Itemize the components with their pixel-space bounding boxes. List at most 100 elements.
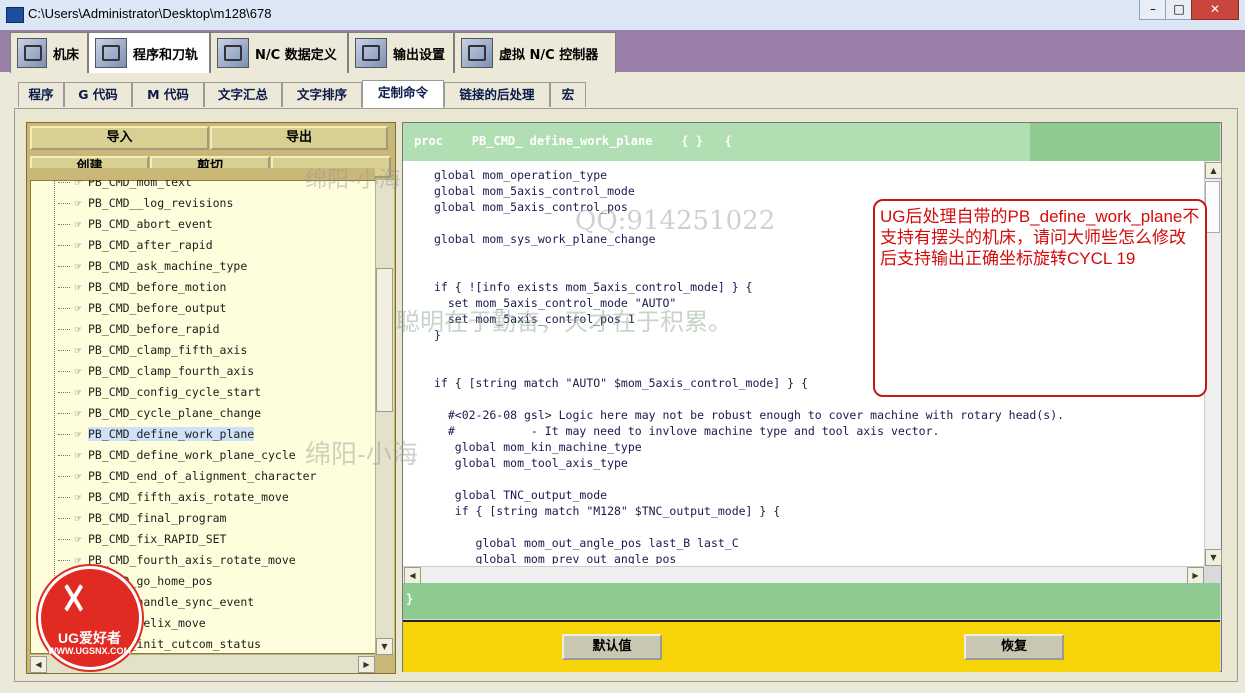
- tab-machine[interactable]: 机床: [10, 32, 88, 73]
- subtab-linked-posts[interactable]: 链接的后处理: [444, 82, 550, 107]
- command-icon: ☞: [74, 302, 82, 315]
- code-line: global mom_kin_machine_type: [434, 440, 642, 454]
- editor-horizontal-scrollbar[interactable]: [403, 566, 1204, 583]
- scroll-left-icon[interactable]: ◀: [30, 656, 47, 673]
- command-icon: ☞: [74, 512, 82, 525]
- command-icon: ☞: [74, 281, 82, 294]
- logo-figure-icon: ☓: [62, 575, 86, 624]
- tab-nc-data-definition[interactable]: N/C 数据定义: [210, 32, 348, 73]
- restore-button[interactable]: 恢复: [964, 634, 1064, 660]
- app-icon: [6, 7, 24, 23]
- code-line: global TNC_output_mode: [434, 488, 608, 502]
- maximize-button[interactable]: □: [1165, 0, 1193, 20]
- main-tab-bar: 机床 程序和刀轨 N/C 数据定义 输出设置 虚拟 N/C 控制器: [0, 30, 1245, 73]
- tree-item[interactable]: ☞ PB_CMD_before_output: [58, 298, 226, 318]
- command-icon: ☞: [74, 218, 82, 231]
- scroll-right-icon[interactable]: ▶: [1187, 567, 1204, 584]
- command-icon: ☞: [74, 407, 82, 420]
- tree-item[interactable]: ☞ PB_CMD_final_program: [58, 508, 226, 528]
- tree-item[interactable]: ☞ PB_CMD_cycle_plane_change: [58, 403, 261, 423]
- import-button[interactable]: 导入: [30, 126, 209, 150]
- tree-item[interactable]: ☞ PB_CMD__log_revisions: [58, 193, 233, 213]
- code-line: global mom_tool_axis_type: [434, 456, 628, 470]
- subtab-macro[interactable]: 宏: [550, 82, 586, 107]
- command-icon: ☞: [74, 323, 82, 336]
- watermark: 绵阳-小海: [305, 440, 418, 470]
- subtab-word-sequencing[interactable]: 文字排序: [282, 82, 362, 107]
- tree-item[interactable]: ☞ PB_CMD_fifth_axis_rotate_move: [58, 487, 289, 507]
- tree-item[interactable]: ☞ PB_CMD_define_work_plane_cycle: [58, 445, 296, 465]
- tab-output-settings[interactable]: 输出设置: [348, 32, 454, 73]
- tree-item[interactable]: ☞ PB_CMD_before_motion: [58, 277, 226, 297]
- scroll-right-icon[interactable]: ▶: [358, 656, 375, 673]
- minimize-button[interactable]: –: [1139, 0, 1167, 20]
- proc-header-accent: [1030, 123, 1220, 161]
- code-line: if { [string match "AUTO" $mom_5axis_con…: [434, 376, 808, 390]
- tree-item[interactable]: ☞ PB_CMD_config_cycle_start: [58, 382, 261, 402]
- tab-program-toolpath-label: 程序和刀轨: [133, 47, 199, 63]
- callout-text: UG后处理自带的PB_define_work_plane不支持有摆头的机床，请问…: [880, 207, 1200, 268]
- subtab-program[interactable]: 程序: [18, 82, 64, 107]
- code-line: global mom_5axis_control_mode: [434, 184, 635, 198]
- command-icon: ☞: [74, 197, 82, 210]
- nc-data-icon: [217, 38, 249, 68]
- tree-item-selected[interactable]: ☞ PB_CMD_define_work_plane: [58, 424, 255, 444]
- machine-icon: [17, 38, 47, 68]
- subtab-word-summary[interactable]: 文字汇总: [204, 82, 282, 107]
- code-line: #<02-26-08 gsl> Logic here may not be ro…: [434, 408, 1065, 422]
- code-line: global mom_out_angle_pos last_B last_C: [434, 536, 739, 550]
- command-icon: ☞: [74, 533, 82, 546]
- command-icon: ☞: [74, 428, 82, 441]
- scroll-down-icon[interactable]: ▼: [376, 638, 393, 655]
- default-button[interactable]: 默认值: [562, 634, 662, 660]
- editor-scroll-thumb[interactable]: [1205, 181, 1220, 233]
- tree-item[interactable]: ☞ PB_CMD_clamp_fourth_axis: [58, 361, 254, 381]
- logo-url: WWW.UGSNX.COM: [48, 646, 131, 656]
- subtab-custom-command[interactable]: 定制命令: [362, 80, 444, 108]
- command-icon: ☞: [74, 344, 82, 357]
- logo-text: UG爱好者: [58, 630, 121, 646]
- tab-virtual-controller[interactable]: 虚拟 N/C 控制器: [454, 32, 616, 73]
- action-bar: [403, 620, 1220, 672]
- command-icon: ☞: [74, 449, 82, 462]
- proc-header-text: proc PB_CMD_ define_work_plane { } {: [414, 134, 732, 148]
- code-line: if { ![info exists mom_5axis_control_mod…: [434, 280, 753, 294]
- window-title: C:\Users\Administrator\Desktop\m128\678: [28, 6, 272, 21]
- tree-item[interactable]: ☞ PB_CMD_end_of_alignment_character: [58, 466, 316, 486]
- tree-item[interactable]: ☞ PB_CMD_clamp_fifth_axis: [58, 340, 247, 360]
- printer-icon: [355, 38, 387, 68]
- command-icon: ☞: [74, 491, 82, 504]
- tree-scroll-thumb[interactable]: [376, 268, 393, 412]
- close-button[interactable]: ✕: [1191, 0, 1239, 20]
- tree-item[interactable]: ☞ PB_CMD_after_rapid: [58, 235, 213, 255]
- command-icon: ☞: [74, 239, 82, 252]
- tab-virtual-controller-label: 虚拟 N/C 控制器: [499, 47, 599, 63]
- minimize-icon: –: [1150, 2, 1156, 16]
- controller-icon: [461, 38, 493, 68]
- subtab-m-code[interactable]: M 代码: [132, 82, 204, 107]
- scroll-left-icon[interactable]: ◀: [404, 567, 421, 584]
- sub-tab-bar: 程序 G 代码 M 代码 文字汇总 文字排序 定制命令 链接的后处理 宏: [14, 80, 1234, 108]
- tab-output-settings-label: 输出设置: [392, 47, 445, 63]
- toolpath-icon: [95, 38, 127, 68]
- tab-program-toolpath[interactable]: 程序和刀轨: [88, 32, 210, 73]
- command-icon: ☞: [74, 260, 82, 273]
- export-button[interactable]: 导出: [210, 126, 388, 150]
- scroll-down-icon[interactable]: ▼: [1205, 549, 1222, 566]
- subtab-g-code[interactable]: G 代码: [64, 82, 132, 107]
- code-line: global mom_prev_out_angle_pos: [434, 552, 677, 564]
- tab-nc-data-label: N/C 数据定义: [255, 47, 337, 63]
- command-icon: ☞: [74, 470, 82, 483]
- tree-vertical-scrollbar[interactable]: [375, 180, 394, 654]
- tree-item[interactable]: ☞ PB_CMD_abort_event: [58, 214, 213, 234]
- maximize-icon: □: [1173, 2, 1185, 16]
- code-line: # - It may need to invlove machine type …: [434, 424, 940, 438]
- tree-item[interactable]: ☞ PB_CMD_fix_RAPID_SET: [58, 529, 226, 549]
- tree-item[interactable]: ☞ PB_CMD_ask_machine_type: [58, 256, 247, 276]
- proc-footer-text: }: [406, 592, 414, 606]
- tree-item[interactable]: ☞ PB_CMD_before_rapid: [58, 319, 220, 339]
- code-line: if { [string match "M128" $TNC_output_mo…: [434, 504, 781, 518]
- close-icon: ✕: [1209, 2, 1221, 16]
- command-icon: ☞: [74, 365, 82, 378]
- scroll-up-icon[interactable]: ▲: [1205, 162, 1222, 179]
